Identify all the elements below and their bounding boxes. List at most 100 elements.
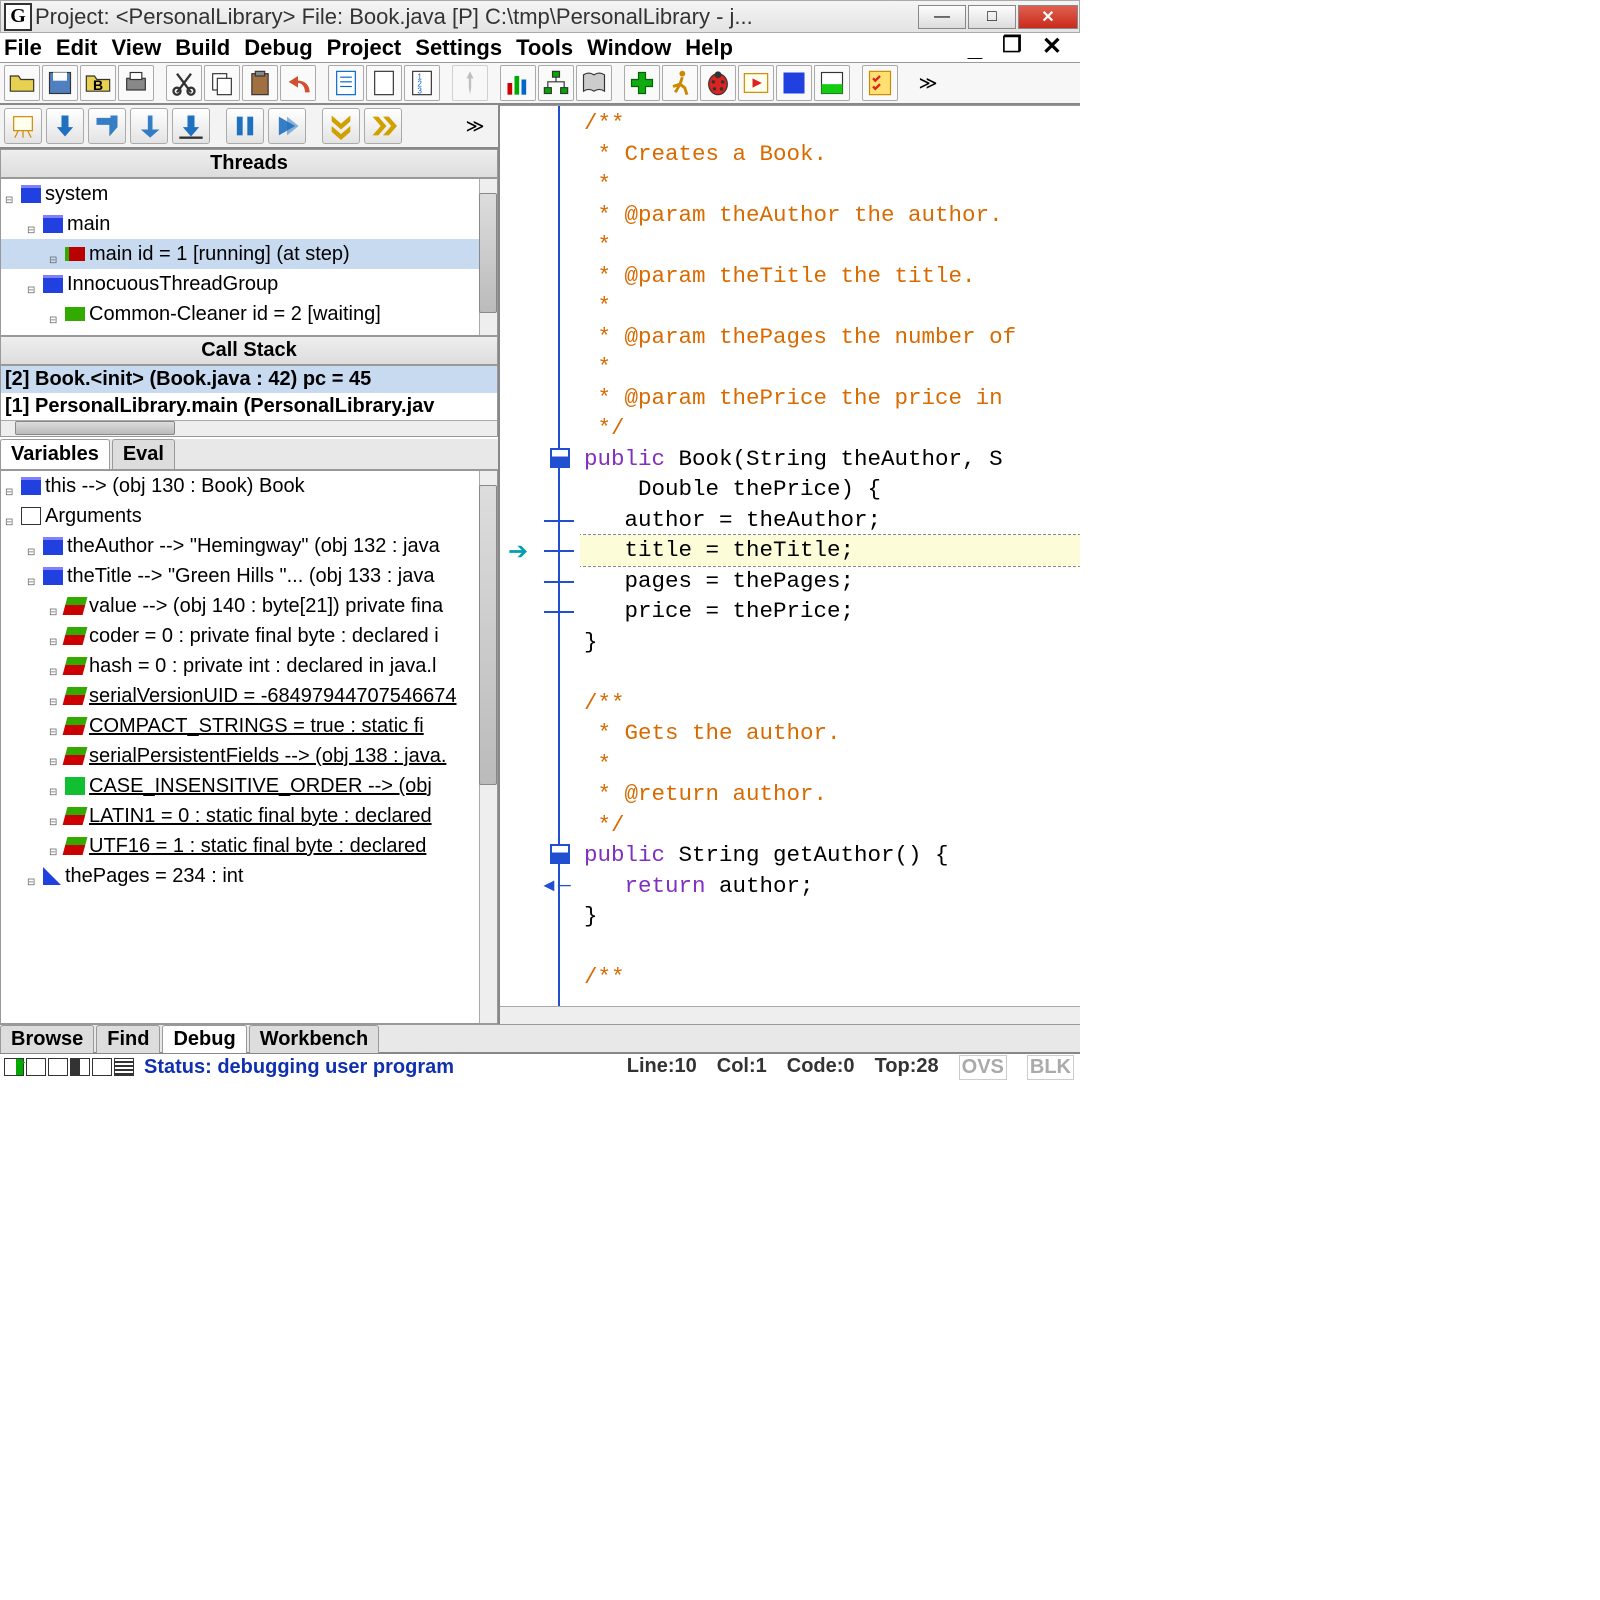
variable-row[interactable]: ⊟coder = 0 : private final byte : declar…: [1, 621, 497, 651]
cut-icon[interactable]: [166, 65, 202, 101]
scrollbar[interactable]: [479, 471, 497, 1023]
paste-icon[interactable]: [242, 65, 278, 101]
editor-gutter: ➔: [500, 106, 540, 1006]
variable-row[interactable]: ⊟theAuthor --> "Hemingway" (obj 132 : ja…: [1, 531, 497, 561]
main-toolbar: B 123 ≫: [0, 63, 1080, 105]
debug-overflow-icon[interactable]: ≫: [456, 108, 494, 144]
plus-green-icon[interactable]: [624, 65, 660, 101]
status-icon[interactable]: [48, 1058, 68, 1076]
editor-pane: ➔ ◄─ /** * Creates a Book. * * @param th…: [500, 105, 1080, 1024]
variable-row[interactable]: ⊟this --> (obj 130 : Book) Book: [1, 471, 497, 501]
status-bar: ▶ Status: debugging user program Line:10…: [0, 1052, 1080, 1080]
status-icon[interactable]: [70, 1058, 90, 1076]
thread-row[interactable]: ⊟main id = 1 [running] (at step): [1, 239, 497, 269]
thread-row[interactable]: ⊟main: [1, 209, 497, 239]
copy-icon[interactable]: [204, 65, 240, 101]
variables-tree[interactable]: ⊟this --> (obj 130 : Book) Book⊟Argument…: [0, 470, 498, 1024]
callstack-row[interactable]: [1] PersonalLibrary.main (PersonalLibrar…: [1, 393, 497, 420]
checklist-icon[interactable]: [862, 65, 898, 101]
minimize-button[interactable]: —: [918, 5, 966, 29]
book-icon[interactable]: [576, 65, 612, 101]
step-return-icon[interactable]: [130, 108, 168, 144]
debug-toolbar: ≫: [0, 105, 498, 149]
thread-row[interactable]: ⊟Common-Cleaner id = 2 [waiting]: [1, 299, 497, 329]
threads-tree[interactable]: ⊟system⊟main⊟main id = 1 [running] (at s…: [0, 178, 498, 336]
menu-settings[interactable]: Settings: [415, 35, 502, 61]
maximize-button[interactable]: □: [968, 5, 1016, 29]
variable-row[interactable]: ⊟LATIN1 = 0 : static final byte : declar…: [1, 801, 497, 831]
resume-icon[interactable]: [268, 108, 306, 144]
step-into-icon[interactable]: [88, 108, 126, 144]
pause-icon[interactable]: [226, 108, 264, 144]
variable-row[interactable]: ⊟theTitle --> "Green Hills "... (obj 133…: [1, 561, 497, 591]
tab-find[interactable]: Find: [96, 1025, 160, 1053]
menu-debug[interactable]: Debug: [244, 35, 312, 61]
fast-down-icon[interactable]: [322, 108, 360, 144]
scrollbar[interactable]: [479, 179, 497, 335]
menu-file[interactable]: File: [4, 35, 42, 61]
editor-fold-column[interactable]: ◄─: [540, 106, 580, 1006]
callstack-row[interactable]: [2] Book.<init> (Book.java : 42) pc = 45: [1, 366, 497, 393]
menu-tools[interactable]: Tools: [516, 35, 573, 61]
tree-graph-icon[interactable]: [538, 65, 574, 101]
status-icon[interactable]: [92, 1058, 112, 1076]
menu-help[interactable]: Help: [685, 35, 733, 61]
status-code: Code:0: [787, 1055, 855, 1080]
variable-row[interactable]: ⊟Arguments: [1, 501, 497, 531]
status-icon[interactable]: ▶: [4, 1058, 24, 1076]
menu-window[interactable]: Window: [587, 35, 671, 61]
status-col: Col:1: [717, 1055, 767, 1080]
step-line-icon[interactable]: [172, 108, 210, 144]
pin-icon[interactable]: [452, 65, 488, 101]
doc-blank-icon[interactable]: [366, 65, 402, 101]
fast-right-icon[interactable]: [364, 108, 402, 144]
play-icon[interactable]: [738, 65, 774, 101]
menu-view[interactable]: View: [111, 35, 161, 61]
variable-row[interactable]: ⊟value --> (obj 140 : byte[21]) private …: [1, 591, 497, 621]
variable-row[interactable]: ⊟CASE_INSENSITIVE_ORDER --> (obj: [1, 771, 497, 801]
tab-browse[interactable]: Browse: [0, 1025, 94, 1053]
minimize-panel-icon[interactable]: _: [968, 32, 982, 63]
callstack-list[interactable]: [2] Book.<init> (Book.java : 42) pc = 45…: [0, 365, 498, 437]
open-folder-icon[interactable]: [4, 65, 40, 101]
menu-build[interactable]: Build: [175, 35, 230, 61]
restore-panel-icon[interactable]: ❐: [1002, 32, 1022, 63]
thread-row[interactable]: ⊟InnocuousThreadGroup: [1, 269, 497, 299]
undo-icon[interactable]: [280, 65, 316, 101]
doc-123-icon[interactable]: 123: [404, 65, 440, 101]
tab-workbench[interactable]: Workbench: [249, 1025, 380, 1053]
variable-row[interactable]: ⊟UTF16 = 1 : static final byte : declare…: [1, 831, 497, 861]
menu-project[interactable]: Project: [327, 35, 402, 61]
status-icon[interactable]: [26, 1058, 46, 1076]
blue-square-icon[interactable]: [776, 65, 812, 101]
variable-row[interactable]: ⊟thePages = 234 : int: [1, 861, 497, 891]
tab-eval[interactable]: Eval: [112, 439, 175, 469]
close-button[interactable]: ✕: [1018, 5, 1078, 29]
variable-row[interactable]: ⊟COMPACT_STRINGS = true : static fi: [1, 711, 497, 741]
toolbar-overflow-icon[interactable]: ≫: [910, 65, 946, 101]
doc-lines-icon[interactable]: [328, 65, 364, 101]
tab-debug[interactable]: Debug: [162, 1025, 246, 1053]
status-icon[interactable]: [114, 1058, 134, 1076]
bar-chart-icon[interactable]: [500, 65, 536, 101]
current-line-arrow-icon: ➔: [508, 537, 528, 566]
save-b-icon[interactable]: B: [80, 65, 116, 101]
easel-icon[interactable]: [4, 108, 42, 144]
variable-row[interactable]: ⊟hash = 0 : private int : declared in ja…: [1, 651, 497, 681]
thread-row[interactable]: ⊟system: [1, 179, 497, 209]
bottom-tabs: Browse Find Debug Workbench: [0, 1024, 1080, 1052]
ladybug-icon[interactable]: [700, 65, 736, 101]
editor-h-scrollbar[interactable]: [500, 1006, 1080, 1024]
variable-row[interactable]: ⊟serialPersistentFields --> (obj 138 : j…: [1, 741, 497, 771]
print-icon[interactable]: [118, 65, 154, 101]
run-man-icon[interactable]: [662, 65, 698, 101]
variable-row[interactable]: ⊟serialVersionUID = -68497944707546674: [1, 681, 497, 711]
save-icon[interactable]: [42, 65, 78, 101]
green-bar-icon[interactable]: [814, 65, 850, 101]
status-blk: BLK: [1027, 1055, 1074, 1080]
tab-variables[interactable]: Variables: [0, 439, 110, 469]
close-panel-icon[interactable]: ✕: [1042, 32, 1062, 63]
menu-edit[interactable]: Edit: [56, 35, 98, 61]
step-down-icon[interactable]: [46, 108, 84, 144]
code-editor[interactable]: /** * Creates a Book. * * @param theAuth…: [580, 106, 1080, 1006]
